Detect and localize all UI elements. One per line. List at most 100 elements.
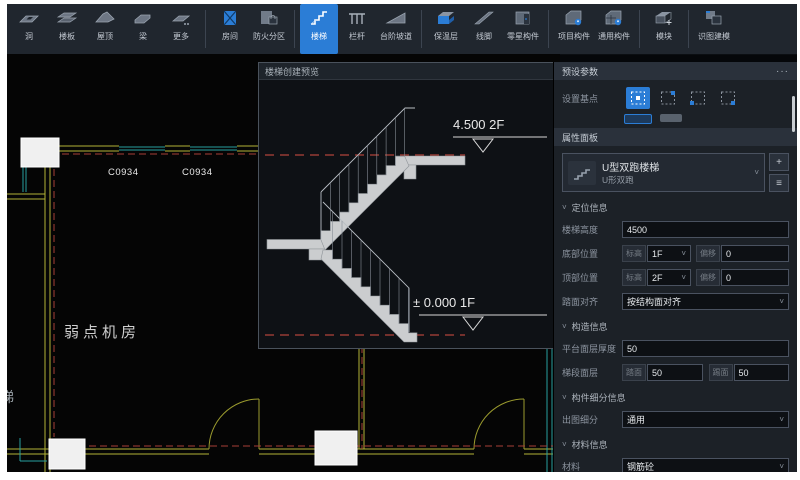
chevron-down-icon: ˅ [779,462,784,471]
railing-icon [344,7,370,29]
bottom-level-select[interactable]: 1F ˅ [647,245,691,262]
base-point-options [626,87,740,109]
base-point-top-right-button[interactable] [656,87,680,109]
properties-panel: 预设参数 ··· 设置基点 [553,62,797,472]
toolbar-button-label: 更多 [173,31,189,42]
platform-finish-label: 平台面层厚度 [562,342,622,355]
toolbar-group-stairs: 楼梯 栏杆 台阶坡道 [297,4,419,54]
drawing-recognition-icon [701,7,727,29]
toolbar-button-project-components[interactable]: 项目构件 [554,4,594,54]
add-type-button[interactable]: + [769,153,789,171]
clipped-option-selected[interactable] [624,114,652,124]
toolbar-button-hole[interactable]: 洞 [10,4,48,54]
platform-finish-row: 平台面层厚度 50 [554,336,797,360]
bottom-position-label: 底部位置 [562,247,622,260]
popup-drawing-area: 4.500 2F ± 0.000 1F [259,80,555,349]
top-level-select[interactable]: 2F˅ [647,269,691,286]
toolbar-button-label: 梁 [139,31,147,42]
drawing-subdivision-select[interactable]: 通用˅ [622,411,789,428]
toolbar-button-beam[interactable]: 梁 [124,4,162,54]
toolbar-button-stairs[interactable]: 楼梯 [300,4,338,54]
preset-params-title: 预设参数 [562,65,598,78]
type-list-button[interactable]: ≡ [769,174,789,192]
toolbar-group-module: 模块 [642,4,686,54]
base-point-bottom-left-button[interactable] [686,87,710,109]
clipped-option[interactable] [660,114,682,122]
material-section-title: 材料信息 [572,438,608,451]
bottom-offset-input[interactable]: 0 [721,245,789,262]
toolbar-button-railing[interactable]: 栏杆 [338,4,376,54]
material-section-header[interactable]: ˅ 材料信息 [554,431,797,454]
material-select[interactable]: 钢筋砼 ˅ [622,458,789,472]
riser-prefix: 踢面 [709,364,733,381]
toolbar-button-label: 线脚 [476,31,492,42]
room-label: 弱点机房 [64,321,140,342]
toolbar-button-module[interactable]: 模块 [645,4,683,54]
grid-bottom-left-icon [689,90,707,106]
stair-preview-popup: 楼梯创建预览 [258,62,556,349]
top-offset-input[interactable]: 0 [721,269,789,286]
toolbar-button-roof[interactable]: 屋顶 [86,4,124,54]
drawing-subdivision-label: 出图细分 [562,413,622,426]
fire-zone-icon [256,7,282,29]
construction-section-header[interactable]: ˅ 构造信息 [554,313,797,336]
tread-align-select[interactable]: 按结构面对齐 ˅ [622,293,789,310]
chevron-down-icon: ˅ [681,249,686,258]
collapse-caret-icon: ˅ [562,322,567,331]
preset-params-header[interactable]: 预设参数 ··· [554,62,797,80]
toolbar-button-more[interactable]: 更多 [162,4,200,54]
toolbar-button-label: 项目构件 [558,31,590,42]
tread-thickness-input[interactable]: 50 [647,364,703,381]
toolbar-button-trim[interactable]: 线脚 [465,4,503,54]
positioning-section-header[interactable]: ˅ 定位信息 [554,194,797,217]
popup-title-text: 楼梯创建预览 [265,65,319,78]
module-icon [651,7,677,29]
tread-align-row: 踏面对齐 按结构面对齐˅ [554,289,797,313]
drawing-subdivision-row: 出图细分 通用˅ [554,407,797,431]
platform-finish-value: 50 [627,344,637,354]
subdivision-section-header[interactable]: ˅ 构件细分信息 [554,384,797,407]
bottom-level-value: 1F [652,249,663,259]
stair-height-row: 楼梯高度 4500 [554,217,797,241]
toolbar-button-misc-component[interactable]: 零星构件 [503,4,543,54]
grid-top-right-icon [659,90,677,106]
stair-type-row: U型双跑楼梯 U形双跑 ˅ + ≡ [562,153,789,192]
popup-title-bar[interactable]: 楼梯创建预览 [259,63,555,80]
stair-type-text: U型双跑楼梯 U形双跑 [602,159,659,186]
toolbar-button-fire-zone[interactable]: 防火分区 [249,4,289,54]
more-options-icon[interactable]: ··· [776,66,789,77]
chevron-down-icon: ˅ [779,415,784,424]
toolbar-button-generic-components[interactable]: 通用构件 [594,4,634,54]
clipped-room-label: 梯 [7,387,14,407]
riser-thickness-input[interactable]: 50 [734,364,790,381]
base-point-bottom-right-button[interactable] [716,87,740,109]
stair-type-selector[interactable]: U型双跑楼梯 U形双跑 ˅ [562,153,765,192]
trim-molding-icon [471,7,497,29]
toolbar-button-drawing-recognition[interactable]: 识图建模 [694,4,734,54]
toolbar-button-room[interactable]: 房间 [211,4,249,54]
toolbar-separator [548,10,549,48]
flight-finish-label: 梯段面层 [562,366,622,379]
toolbar-group-room: 房间 防火分区 [208,4,292,54]
misc-component-icon [510,7,536,29]
bottom-offset-value: 0 [726,249,731,259]
chevron-down-icon: ˅ [779,297,784,306]
toolbar-button-steps-ramp[interactable]: 台阶坡道 [376,4,416,54]
stair-height-input[interactable]: 4500 [622,221,789,238]
top-position-row: 顶部位置 标高 2F˅ 偏移 0 [554,265,797,289]
construction-section-title: 构造信息 [572,320,608,333]
window-tag: C0934 [182,167,213,178]
toolbar-button-label: 屋顶 [97,31,113,42]
stair-type-icon [568,161,596,185]
bottom-level-prefix: 标高 [622,245,646,262]
properties-header[interactable]: 属性面板 [554,128,797,146]
toolbar-button-insulation[interactable]: 保温层 [427,4,465,54]
platform-finish-input[interactable]: 50 [622,340,789,357]
tread-align-value: 按结构面对齐 [627,295,681,308]
toolbar-button-floor-slab[interactable]: 楼板 [48,4,86,54]
properties-title: 属性面板 [562,131,598,144]
base-point-center-button[interactable] [626,87,650,109]
material-value: 钢筋砼 [627,460,654,472]
top-position-label: 顶部位置 [562,271,622,284]
panel-scrollbar[interactable] [792,96,795,132]
